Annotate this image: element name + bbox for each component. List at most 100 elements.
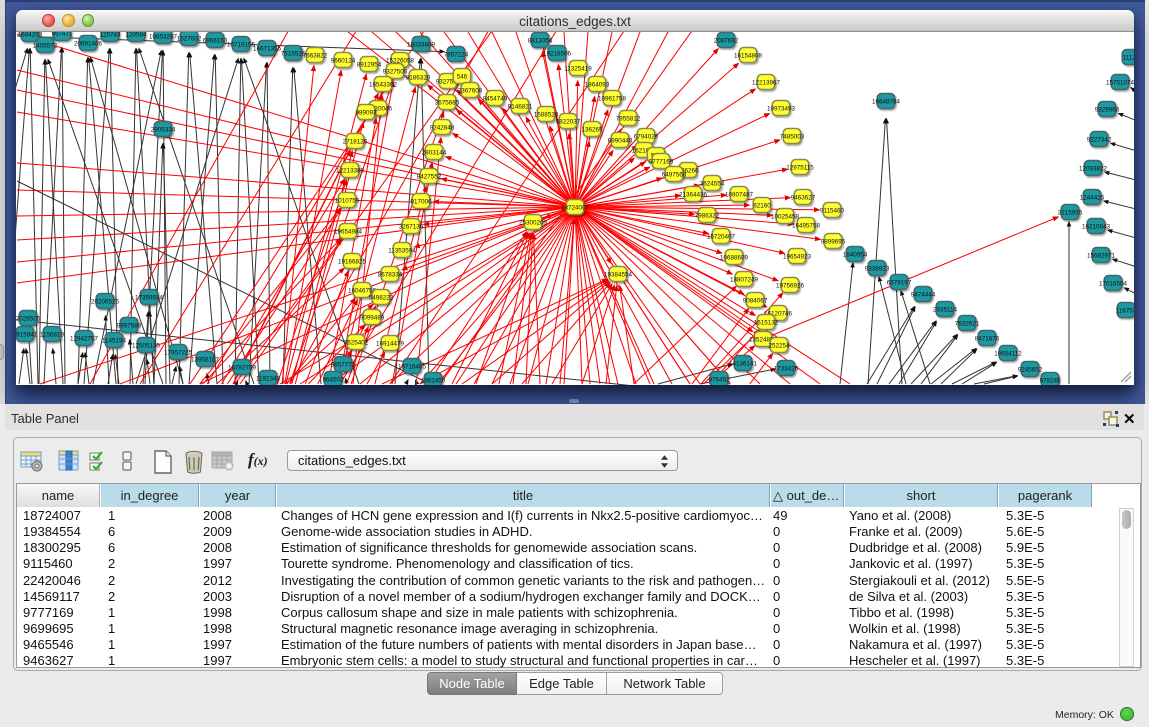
svg-text:7625402: 7625402 bbox=[344, 339, 369, 346]
svg-text:957471: 957471 bbox=[51, 32, 73, 37]
svg-text:9857771: 9857771 bbox=[331, 361, 356, 368]
svg-text:7663822: 7663822 bbox=[303, 52, 328, 59]
svg-text:16495758: 16495758 bbox=[792, 222, 821, 229]
svg-text:1588520: 1588520 bbox=[534, 111, 559, 118]
svg-text:11325419: 11325419 bbox=[564, 65, 592, 72]
svg-text:1010755: 1010755 bbox=[335, 197, 360, 204]
svg-text:12213389: 12213389 bbox=[336, 167, 365, 174]
svg-text:1527602: 1527602 bbox=[177, 35, 202, 42]
svg-text:3915941: 3915941 bbox=[16, 331, 38, 338]
svg-text:9474444: 9474444 bbox=[911, 291, 936, 298]
svg-text:9242848: 9242848 bbox=[430, 124, 455, 131]
svg-text:6497568: 6497568 bbox=[662, 171, 687, 178]
svg-text:964502: 964502 bbox=[322, 376, 344, 383]
svg-text:7857224: 7857224 bbox=[444, 51, 469, 58]
svg-text:1733426: 1733426 bbox=[774, 365, 799, 372]
svg-text:17359934: 17359934 bbox=[135, 294, 164, 301]
svg-text:18724007: 18724007 bbox=[561, 204, 590, 211]
svg-text:8454749: 8454749 bbox=[483, 95, 508, 102]
svg-text:1244415: 1244415 bbox=[1080, 194, 1105, 201]
svg-text:9099489: 9099489 bbox=[360, 314, 385, 321]
svg-text:20691406: 20691406 bbox=[74, 40, 103, 47]
svg-text:2935114: 2935114 bbox=[933, 306, 958, 313]
svg-text:9997588: 9997588 bbox=[117, 322, 142, 329]
svg-text:6990448: 6990448 bbox=[608, 137, 633, 144]
svg-text:252254: 252254 bbox=[768, 342, 790, 349]
svg-text:5498222: 5498222 bbox=[369, 294, 394, 301]
svg-text:10973493: 10973493 bbox=[767, 105, 796, 112]
svg-text:3624554: 3624554 bbox=[700, 180, 725, 187]
svg-text:12505135: 12505135 bbox=[132, 342, 161, 349]
svg-text:7986322: 7986322 bbox=[695, 212, 720, 219]
svg-text:2087682: 2087682 bbox=[714, 37, 739, 44]
svg-text:8186328: 8186328 bbox=[406, 74, 431, 81]
svg-text:11353594: 11353594 bbox=[388, 247, 416, 254]
svg-text:1192348: 1192348 bbox=[256, 375, 281, 382]
svg-text:2367608: 2367608 bbox=[458, 87, 483, 94]
svg-text:1640954: 1640954 bbox=[843, 251, 868, 258]
svg-text:9338923: 9338923 bbox=[865, 265, 890, 272]
svg-text:8471676: 8471676 bbox=[975, 335, 1000, 342]
svg-text:136265: 136265 bbox=[581, 126, 603, 133]
svg-text:5822037: 5822037 bbox=[556, 118, 581, 125]
svg-text:19218506: 19218506 bbox=[543, 50, 572, 57]
svg-text:2718126: 2718126 bbox=[343, 138, 368, 145]
svg-text:979245: 979245 bbox=[1039, 377, 1061, 384]
svg-text:19654984: 19654984 bbox=[334, 228, 363, 235]
svg-text:2026505: 2026505 bbox=[16, 315, 41, 322]
svg-text:116753: 116753 bbox=[1116, 307, 1134, 314]
svg-text:21364436: 21364436 bbox=[679, 191, 708, 198]
svg-text:16782759: 16782759 bbox=[228, 364, 257, 371]
svg-text:16671355: 16671355 bbox=[253, 45, 282, 52]
svg-text:17957225: 17957225 bbox=[164, 349, 193, 356]
svg-text:16543362: 16543362 bbox=[369, 81, 398, 88]
svg-text:10961758: 10961758 bbox=[598, 95, 627, 102]
svg-text:9777169: 9777169 bbox=[649, 158, 674, 165]
svg-text:15751074: 15751074 bbox=[1106, 79, 1134, 86]
svg-text:19654923: 19654923 bbox=[783, 253, 812, 260]
svg-text:14136141: 14136141 bbox=[729, 360, 758, 367]
svg-text:10719155: 10719155 bbox=[227, 41, 256, 48]
svg-text:3675685: 3675685 bbox=[435, 99, 460, 106]
svg-text:11123: 11123 bbox=[1123, 54, 1134, 61]
svg-text:7632621: 7632621 bbox=[955, 320, 980, 327]
svg-text:1864093: 1864093 bbox=[585, 81, 610, 88]
svg-text:12213967: 12213967 bbox=[752, 79, 781, 86]
svg-text:917006: 917006 bbox=[410, 198, 432, 205]
svg-text:19166825: 19166825 bbox=[338, 258, 367, 265]
svg-text:10807487: 10807487 bbox=[725, 191, 754, 198]
svg-text:3267130: 3267130 bbox=[399, 223, 424, 230]
svg-text:12942757: 12942757 bbox=[70, 335, 99, 342]
svg-text:9329966: 9329966 bbox=[1095, 106, 1120, 113]
svg-text:19756926: 19756926 bbox=[776, 282, 805, 289]
svg-text:12093822: 12093822 bbox=[1079, 165, 1108, 172]
svg-text:19384554: 19384554 bbox=[604, 271, 633, 278]
svg-text:18807249: 18807249 bbox=[730, 276, 759, 283]
svg-text:9227342: 9227342 bbox=[1087, 136, 1112, 143]
svg-text:6794028: 6794028 bbox=[634, 133, 659, 140]
svg-text:6679197: 6679197 bbox=[887, 279, 912, 286]
svg-text:1145194: 1145194 bbox=[102, 337, 127, 344]
svg-text:2803144: 2803144 bbox=[422, 149, 447, 156]
svg-text:9660124: 9660124 bbox=[331, 57, 356, 64]
svg-text:9115460: 9115460 bbox=[820, 207, 845, 214]
svg-text:16154808: 16154808 bbox=[734, 52, 763, 59]
svg-text:9146821: 9146821 bbox=[508, 103, 533, 110]
svg-text:9327506: 9327506 bbox=[383, 68, 408, 75]
svg-text:6966160: 6966160 bbox=[203, 37, 228, 44]
svg-text:7955812: 7955812 bbox=[616, 115, 641, 122]
svg-text:15692971: 15692971 bbox=[1087, 252, 1116, 259]
svg-text:8813054: 8813054 bbox=[528, 37, 553, 44]
svg-text:2905334: 2905334 bbox=[151, 126, 176, 133]
svg-text:16210643: 16210643 bbox=[1082, 223, 1111, 230]
svg-text:16914479: 16914479 bbox=[376, 340, 405, 347]
svg-text:125743: 125743 bbox=[99, 32, 121, 38]
svg-text:1405572: 1405572 bbox=[33, 42, 58, 49]
svg-text:8678334: 8678334 bbox=[378, 271, 403, 278]
svg-text:13958107: 13958107 bbox=[191, 356, 220, 363]
svg-text:1156819: 1156819 bbox=[40, 331, 65, 338]
svg-text:17016504: 17016504 bbox=[1099, 280, 1128, 287]
svg-text:15720407: 15720407 bbox=[707, 233, 736, 240]
svg-text:25300203: 25300203 bbox=[519, 219, 548, 226]
svg-text:9463627: 9463627 bbox=[791, 194, 816, 201]
